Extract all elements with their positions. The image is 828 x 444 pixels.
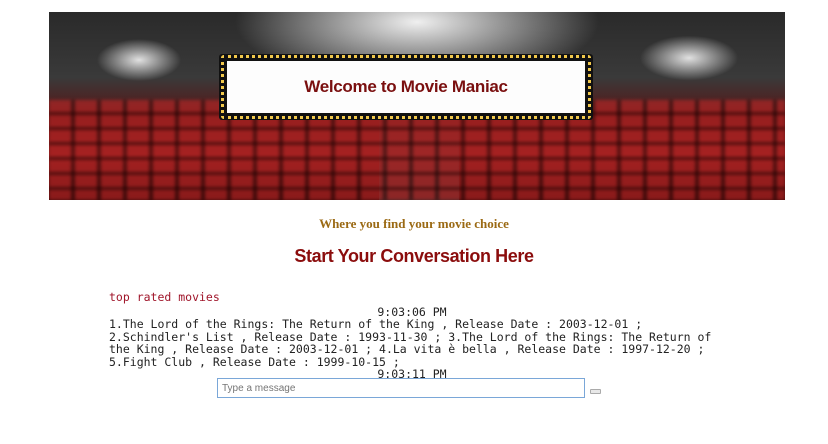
user-message: top rated movies	[109, 290, 220, 304]
send-button[interactable]	[590, 389, 601, 394]
marquee-title: Welcome to Movie Maniac	[304, 77, 508, 96]
message-input[interactable]	[217, 378, 585, 398]
marquee-sign: Welcome to Movie Maniac	[219, 54, 593, 120]
conversation-heading: Start Your Conversation Here	[294, 246, 534, 266]
bot-message: 1.The Lord of the Rings: The Return of t…	[109, 317, 712, 369]
chat-log: top rated movies 9:03:06 PM 1.The Lord o…	[109, 291, 715, 381]
header-banner: Welcome to Movie Maniac	[49, 12, 785, 200]
tagline: Where you find your movie choice	[319, 216, 509, 231]
marquee-panel: Welcome to Movie Maniac	[227, 61, 585, 113]
